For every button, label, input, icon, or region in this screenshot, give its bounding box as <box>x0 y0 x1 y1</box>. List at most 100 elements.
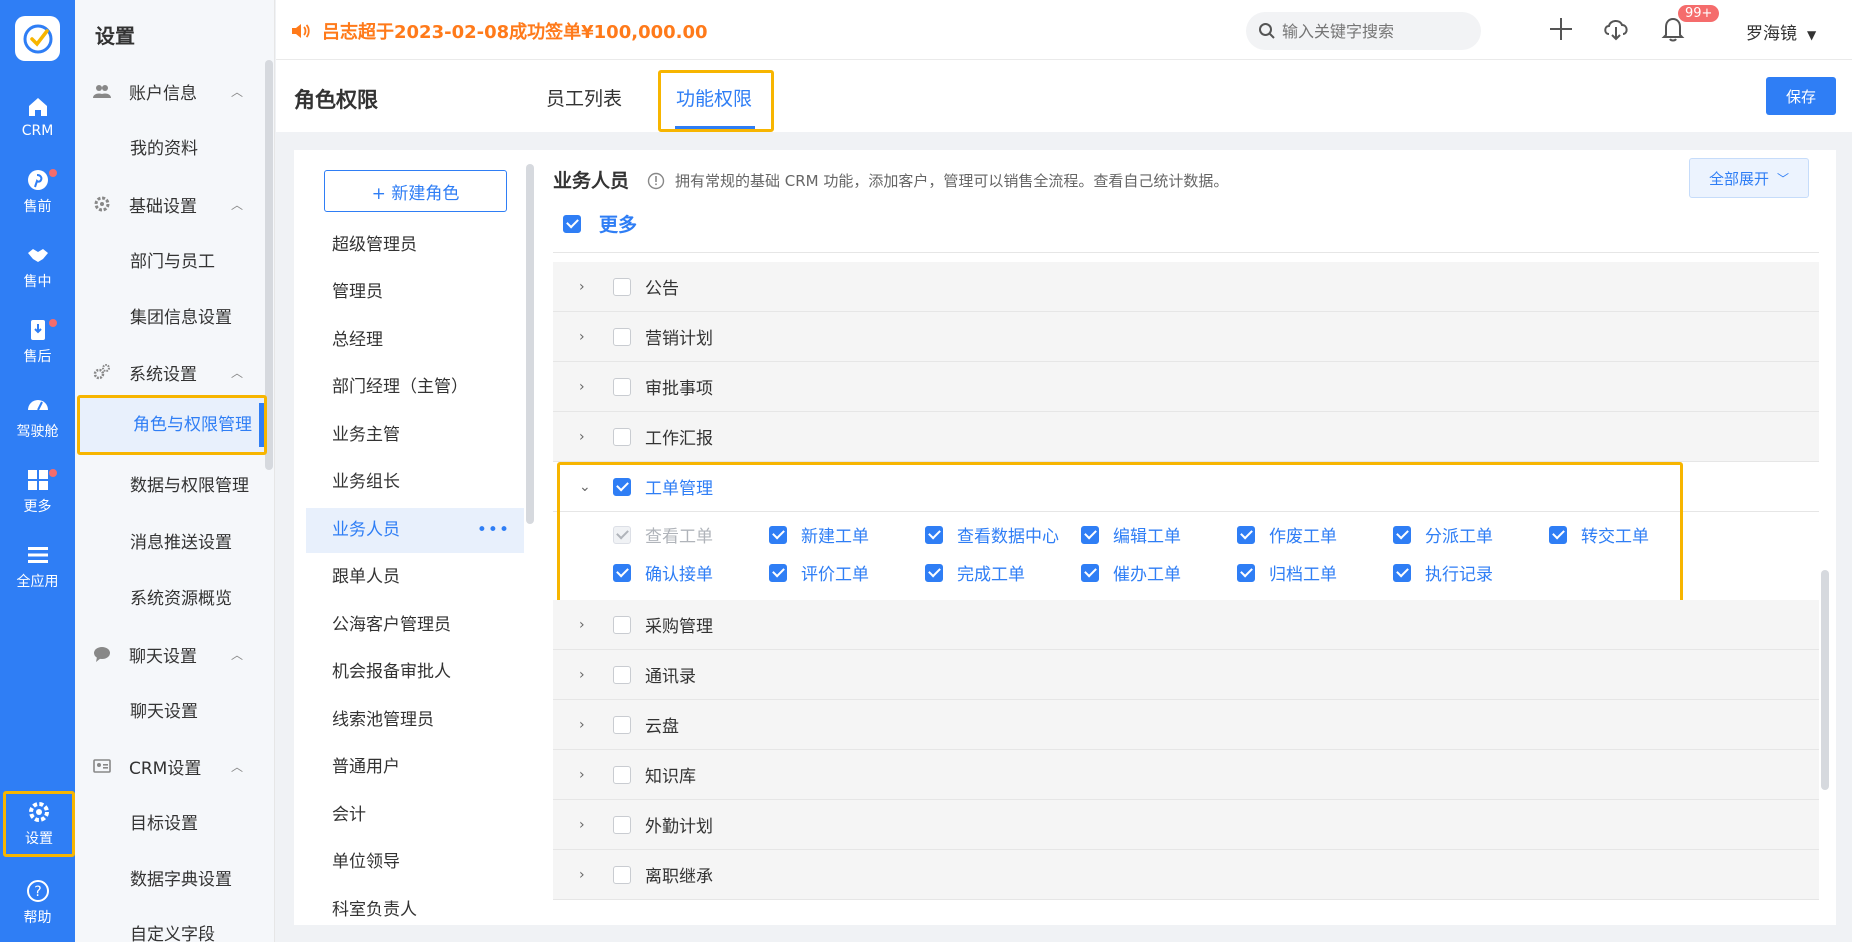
sub-permission[interactable]: 转交工单 <box>1549 522 1649 547</box>
checkbox[interactable] <box>613 377 631 396</box>
checkbox[interactable] <box>613 665 631 684</box>
module-row[interactable]: › 外勤计划 <box>553 800 1819 850</box>
more-checkbox[interactable]: 更多 <box>563 210 637 237</box>
checkbox-checked[interactable] <box>1081 525 1099 544</box>
permission-scrollbar[interactable] <box>1821 570 1829 790</box>
role-item[interactable]: 超级管理员 <box>306 223 524 268</box>
module-row-open[interactable]: ⌄ 工单管理 <box>553 462 1819 512</box>
checkbox-checked[interactable] <box>1237 563 1255 582</box>
checkbox-checked[interactable] <box>1393 563 1411 582</box>
sidebar-item-targets[interactable]: 目标设置 <box>130 804 198 844</box>
sub-permission[interactable]: 确认接单 <box>613 560 713 585</box>
role-item-active[interactable]: 业务人员 ••• <box>306 508 524 553</box>
checkbox[interactable] <box>613 815 631 834</box>
sub-permission[interactable]: 编辑工单 <box>1081 522 1181 547</box>
sidebar-item-data-permission[interactable]: 数据与权限管理 <box>130 466 249 506</box>
sidebar-group-basic[interactable]: 基础设置 ︿ <box>75 184 265 224</box>
sidebar-item-push[interactable]: 消息推送设置 <box>130 523 232 563</box>
save-button[interactable]: 保存 <box>1766 77 1836 115</box>
checkbox-checked[interactable] <box>1549 525 1567 544</box>
sub-permission[interactable]: 执行记录 <box>1393 560 1493 585</box>
rail-item-more[interactable]: 更多 <box>0 459 75 525</box>
chevron-right-icon[interactable]: › <box>579 667 591 683</box>
app-logo[interactable] <box>15 16 60 61</box>
rail-item-help[interactable]: ? 帮助 <box>0 870 75 936</box>
module-row[interactable]: › 通讯录 <box>553 650 1819 700</box>
chevron-right-icon[interactable]: › <box>579 717 591 733</box>
module-row[interactable]: › 工作汇报 <box>553 412 1819 462</box>
cloud-download-icon[interactable] <box>1601 14 1631 44</box>
role-item[interactable]: 会计 <box>306 793 524 838</box>
rail-item-presale[interactable]: 售前 <box>0 159 75 225</box>
chevron-right-icon[interactable]: › <box>579 617 591 633</box>
checkbox-checked[interactable] <box>613 563 631 582</box>
expand-all-button[interactable]: 全部展开 ﹀ <box>1689 158 1809 198</box>
checkbox-checked[interactable] <box>769 563 787 582</box>
rail-item-aftersale[interactable]: 售后 <box>0 309 75 375</box>
chevron-right-icon[interactable]: › <box>579 379 591 395</box>
sidebar-group-account[interactable]: 账户信息 ︿ <box>75 71 265 111</box>
role-item[interactable]: 普通用户 <box>306 745 524 790</box>
module-row[interactable]: › 知识库 <box>553 750 1819 800</box>
sidebar-group-system[interactable]: 系统设置 ︿ <box>75 352 265 392</box>
checkbox-checked[interactable] <box>1081 563 1099 582</box>
module-row[interactable]: › 营销计划 <box>553 312 1819 362</box>
module-row[interactable]: › 审批事项 <box>553 362 1819 412</box>
role-item[interactable]: 业务组长 <box>306 460 524 505</box>
role-item[interactable]: 管理员 <box>306 270 524 315</box>
sidebar-item-roles[interactable]: 角色与权限管理 <box>77 395 267 455</box>
sidebar-item-dictionary[interactable]: 数据字典设置 <box>130 860 232 900</box>
sub-permission[interactable]: 完成工单 <box>925 560 1025 585</box>
sidebar-item-profile[interactable]: 我的资料 <box>130 129 198 169</box>
checkbox-checked[interactable] <box>925 563 943 582</box>
role-item[interactable]: 业务主管 <box>306 413 524 458</box>
rail-item-settings[interactable]: 设置 <box>3 791 75 857</box>
checkbox-checked[interactable] <box>1237 525 1255 544</box>
sub-permission[interactable]: 作废工单 <box>1237 522 1337 547</box>
new-role-button[interactable]: + 新建角色 <box>324 170 507 212</box>
checkbox[interactable] <box>613 277 631 296</box>
chevron-right-icon[interactable]: › <box>579 767 591 783</box>
chevron-right-icon[interactable]: › <box>579 279 591 295</box>
role-item[interactable]: 公海客户管理员 <box>306 603 524 648</box>
module-row[interactable]: › 公告 <box>553 262 1819 312</box>
checkbox-checked[interactable] <box>613 477 631 496</box>
checkbox[interactable] <box>613 615 631 634</box>
sidebar-item-custom-fields[interactable]: 自定义字段 <box>130 915 215 942</box>
role-item[interactable]: 科室负责人 <box>306 888 524 925</box>
chevron-down-icon[interactable]: ⌄ <box>579 479 591 495</box>
rail-item-insale[interactable]: 售中 <box>0 234 75 300</box>
sub-permission[interactable]: 查看数据中心 <box>925 522 1059 547</box>
sub-permission[interactable]: 归档工单 <box>1237 560 1337 585</box>
notice-banner[interactable]: 吕志超于2023-02-08成功签单¥100,000.00 <box>290 18 708 44</box>
sub-permission[interactable]: 评价工单 <box>769 560 869 585</box>
role-list-scrollbar[interactable] <box>526 164 534 524</box>
rail-item-crm[interactable]: CRM <box>0 84 75 150</box>
sidebar-group-crm[interactable]: CRM设置 ︿ <box>75 746 265 786</box>
search-input[interactable] <box>1282 21 1462 41</box>
rail-item-all-apps[interactable]: 全应用 <box>0 534 75 600</box>
module-row[interactable]: › 采购管理 <box>553 600 1819 650</box>
tab-employee-list[interactable]: 员工列表 <box>546 84 622 111</box>
checkbox-checked[interactable] <box>769 525 787 544</box>
sidebar-group-chat[interactable]: 聊天设置 ︿ <box>75 634 265 674</box>
checkbox[interactable] <box>613 327 631 346</box>
role-item[interactable]: 部门经理（主管） <box>306 365 524 410</box>
role-item[interactable]: 单位领导 <box>306 840 524 885</box>
checkbox[interactable] <box>613 765 631 784</box>
plus-icon[interactable] <box>1546 14 1576 44</box>
sidebar-item-chat-settings[interactable]: 聊天设置 <box>130 692 198 732</box>
checkbox-checked[interactable] <box>925 525 943 544</box>
search-box[interactable] <box>1246 12 1481 50</box>
role-item[interactable]: 跟单人员 <box>306 555 524 600</box>
sub-permission[interactable]: 分派工单 <box>1393 522 1493 547</box>
chevron-right-icon[interactable]: › <box>579 429 591 445</box>
user-menu[interactable]: 罗海镜 ▼ <box>1746 19 1816 44</box>
sidebar-item-group-info[interactable]: 集团信息设置 <box>130 298 232 338</box>
checkbox[interactable] <box>613 865 631 884</box>
sub-permission[interactable]: 催办工单 <box>1081 560 1181 585</box>
more-dots-icon[interactable]: ••• <box>477 508 510 553</box>
role-item[interactable]: 总经理 <box>306 318 524 363</box>
checkbox-checked[interactable] <box>563 214 581 233</box>
checkbox[interactable] <box>613 715 631 734</box>
